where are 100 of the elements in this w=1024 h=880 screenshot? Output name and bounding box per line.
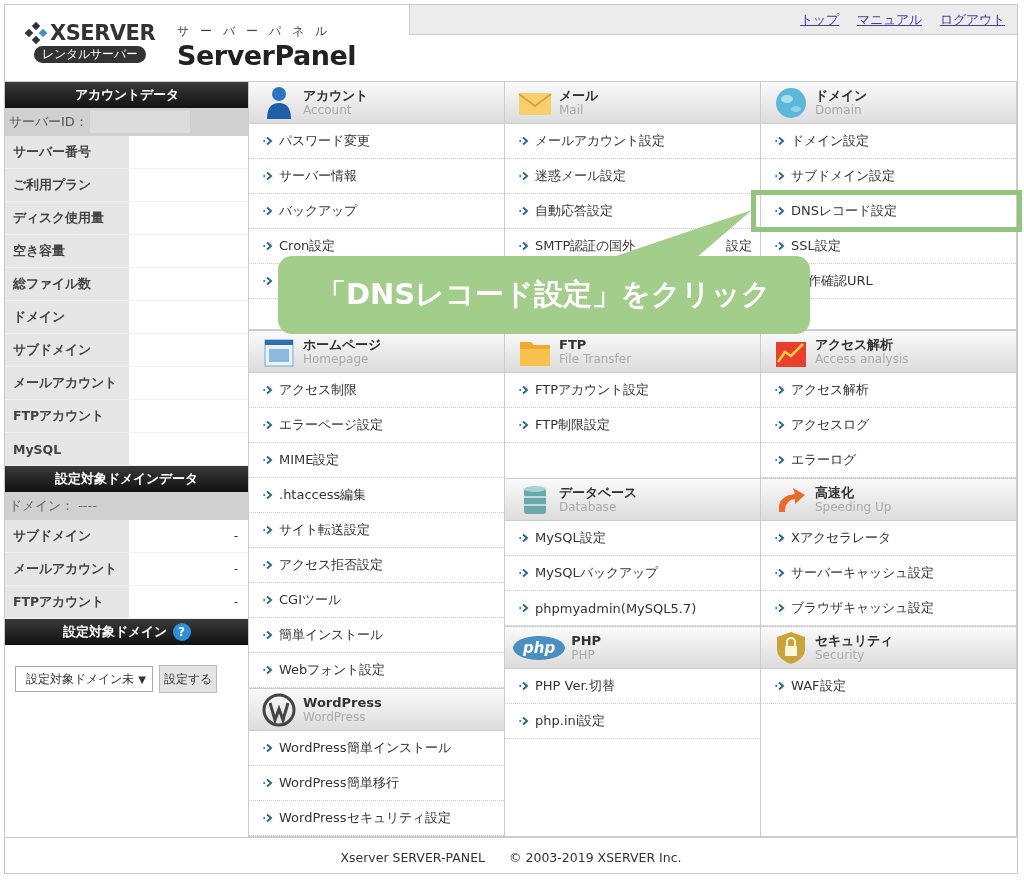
menu-link[interactable]: MySQL設定 [535, 529, 606, 547]
section-title: FTP [559, 337, 588, 352]
section-subtitle: Database [559, 499, 618, 514]
arrow-icon [263, 385, 273, 395]
server-id-label: サーバーID： [9, 113, 88, 131]
diamond-logo-icon [25, 22, 47, 44]
menu-link[interactable]: phpmyadmin(MySQL5.7) [535, 600, 697, 616]
menu-link[interactable]: ドメイン設定 [791, 132, 869, 150]
menu-link[interactable]: アクセスログ [791, 416, 869, 434]
arrow-icon [775, 385, 785, 395]
menu-link[interactable]: バックアップ [279, 202, 357, 220]
menu-link[interactable]: アクセス制限 [279, 381, 357, 399]
arrow-icon [519, 568, 529, 578]
section-title: データベース [559, 485, 637, 500]
arrow-icon [263, 206, 273, 216]
menu-link[interactable]: サイト転送設定 [279, 521, 370, 539]
menu-link[interactable]: php.ini設定 [535, 712, 606, 730]
menu-link[interactable]: サブドメイン設定 [791, 167, 895, 185]
menu-link[interactable]: 簡単インストール [279, 626, 383, 644]
arrow-icon [263, 420, 273, 430]
row-label: 総ファイル数 [5, 268, 129, 300]
row-label: サブドメイン [5, 520, 129, 552]
copyright-text: © 2003-2019 XSERVER Inc. [509, 849, 682, 865]
sidebar-header: アカウントデータ [5, 82, 248, 108]
row-label: ご利用プラン [5, 169, 129, 201]
row-label: FTPアカウント [5, 586, 129, 618]
domain-select[interactable]: 設定対象ドメイン未 ▼ [15, 666, 153, 692]
menu-link[interactable]: エラーログ [791, 451, 856, 469]
panel-kana: サーバーパネル [177, 23, 340, 40]
arrow-icon [263, 665, 273, 675]
arrow-icon [775, 206, 785, 216]
arrow-icon [775, 171, 785, 181]
menu-link[interactable]: MIME設定 [279, 451, 340, 469]
menu-link[interactable]: MySQLバックアップ [535, 564, 658, 582]
section-subtitle: Access analysis [815, 351, 909, 366]
section-title: WordPress [303, 695, 382, 710]
logo-badge: レンタルサーバー [34, 46, 147, 63]
menu-link[interactable]: サーバー情報 [279, 167, 357, 185]
nav-link[interactable]: トップ [800, 10, 839, 29]
menu-link[interactable]: アクセス解析 [791, 381, 869, 399]
menu-link[interactable]: .htaccess編集 [279, 486, 367, 504]
menu-link[interactable]: Xアクセラレータ [791, 529, 891, 547]
row-label: メールアカウント [5, 367, 129, 399]
menu-link[interactable]: WordPress簡単移行 [279, 774, 399, 792]
arrow-icon [775, 455, 785, 465]
arrow-icon [263, 778, 273, 788]
menu-link[interactable]: Webフォント設定 [279, 661, 386, 679]
menu-link[interactable]: アクセス拒否設定 [279, 556, 383, 574]
section-title: 高速化 [815, 485, 855, 500]
nav-link[interactable]: マニュアル [857, 10, 922, 29]
row-label: FTPアカウント [5, 400, 129, 432]
menu-link[interactable]: メールアカウント設定 [535, 132, 665, 150]
section-title: セキュリティ [815, 633, 893, 648]
row-label: サブドメイン [5, 334, 129, 366]
menu-link[interactable]: SMTP認証の国外 [535, 237, 636, 255]
menu-link[interactable]: SSL設定 [791, 237, 841, 255]
menu-link[interactable]: 設定 [726, 237, 752, 255]
section-subtitle: Account [303, 102, 353, 117]
menu-link[interactable]: FTP制限設定 [535, 416, 611, 434]
arrow-icon [263, 595, 273, 605]
arrow-icon [775, 420, 785, 430]
section-title: ホームページ [303, 337, 381, 352]
arrow-icon [263, 630, 273, 640]
menu-link[interactable]: FTPアカウント設定 [535, 381, 650, 399]
menu-link[interactable]: 迷惑メール設定 [535, 167, 626, 185]
arrow-icon [263, 813, 273, 823]
arrow-icon [263, 455, 273, 465]
row-value: - [233, 529, 238, 543]
menu-link[interactable]: WAF設定 [791, 677, 846, 695]
panel-title: ServerPanel [177, 40, 356, 72]
menu-link[interactable]: パスワード変更 [279, 132, 370, 150]
section-subtitle: Mail [559, 102, 585, 117]
arrow-icon [263, 525, 273, 535]
row-label: サーバー番号 [5, 136, 129, 168]
menu-link[interactable]: CGIツール [279, 591, 341, 609]
section-title: PHP [571, 633, 602, 648]
logo-text: XSERVER [50, 21, 156, 45]
menu-link[interactable]: 自動応答設定 [535, 202, 613, 220]
set-button[interactable]: 設定する [159, 665, 217, 693]
nav-link[interactable]: ログアウト [940, 10, 1005, 29]
menu-link[interactable]: WordPress簡単インストール [279, 739, 451, 757]
row-value: - [233, 595, 238, 609]
arrow-icon [263, 171, 273, 181]
menu-link[interactable]: PHP Ver.切替 [535, 677, 615, 695]
arrow-icon [519, 716, 529, 726]
menu-link[interactable]: サーバーキャッシュ設定 [791, 564, 934, 582]
arrow-icon [519, 385, 529, 395]
menu-link[interactable]: ブラウザキャッシュ設定 [791, 599, 934, 617]
menu-link[interactable]: WordPressセキュリティ設定 [279, 809, 451, 827]
row-label: ドメイン [5, 301, 129, 333]
menu-link[interactable]: Cron設定 [279, 237, 336, 255]
menu-link[interactable]: エラーページ設定 [279, 416, 383, 434]
arrow-icon [775, 136, 785, 146]
arrow-icon [519, 171, 529, 181]
arrow-icon [775, 533, 785, 543]
arrow-icon [519, 136, 529, 146]
section-subtitle: PHP [571, 647, 596, 662]
arrow-icon [775, 603, 785, 613]
domain-label: ドメイン： ---- [9, 497, 97, 515]
menu-link[interactable]: DNSレコード設定 [791, 202, 897, 220]
